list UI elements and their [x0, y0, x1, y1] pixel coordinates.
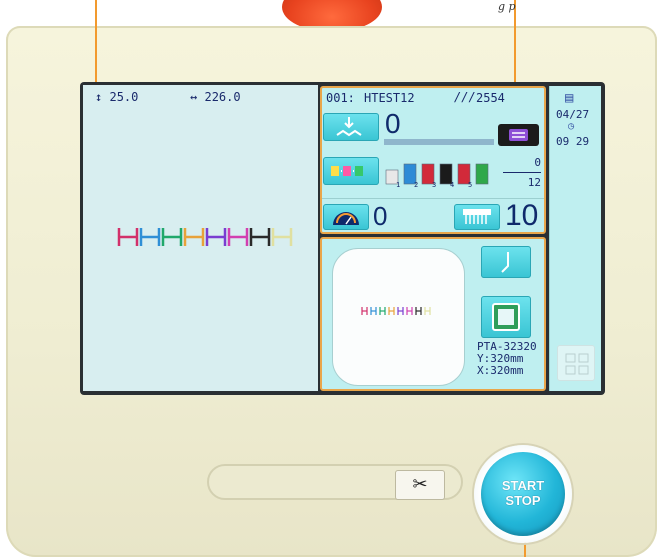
hoop-x-size: X:320mm	[477, 364, 524, 377]
repeat-button[interactable]	[498, 124, 539, 146]
color-fraction-line	[503, 172, 541, 173]
spool-needle-number: 3	[432, 181, 436, 189]
time: 09 29	[556, 135, 590, 148]
width-value: 226.0	[204, 90, 241, 104]
hoop-select-button[interactable]	[481, 296, 531, 338]
color-sequence-icon	[331, 166, 363, 176]
stitch-count: 2554	[476, 91, 505, 105]
stop-label: STOP	[505, 493, 541, 508]
spool-needle-number: 2	[414, 181, 418, 189]
sewing-progress-bar	[384, 139, 494, 145]
width-readout: ↔ 226.0	[190, 90, 241, 104]
repeat-icon	[509, 129, 528, 141]
needle-bar-count: 10	[505, 199, 539, 232]
scissors-icon: ✂	[412, 474, 428, 495]
needle-bar-button[interactable]	[454, 204, 500, 230]
color-current: 0	[534, 156, 541, 169]
stitch-count-icon: ///	[454, 90, 476, 104]
design-name: HTEST12	[364, 91, 415, 105]
width-icon: ↔	[190, 90, 198, 104]
speedometer-icon	[333, 212, 359, 225]
speed-button[interactable]	[323, 204, 369, 230]
design-number: 001:	[326, 91, 355, 105]
color-total: 12	[527, 176, 541, 189]
needle-down-icon	[336, 117, 362, 137]
menu-button[interactable]	[557, 345, 595, 381]
height-icon: ↕	[95, 90, 103, 104]
start-stop-label: START STOP	[481, 478, 565, 508]
spool-needle-number: 5	[468, 181, 472, 189]
spool-needle-number: 1	[396, 181, 400, 189]
thread-trim-button[interactable]: ✂	[395, 470, 445, 500]
start-label: START	[501, 478, 545, 493]
height-value: 25.0	[109, 90, 139, 104]
clock-icon: ◷	[568, 121, 575, 132]
thread-color-strip: 1 2 3 4 5	[385, 163, 489, 189]
thread-spool	[475, 163, 489, 185]
stitch-forward-back-button[interactable]	[323, 113, 379, 141]
speed-value: 0	[373, 201, 388, 231]
frame-trace-icon	[501, 252, 509, 273]
hoop-icon	[492, 303, 520, 331]
hoop-preview[interactable]	[332, 248, 465, 386]
hoop-design-thumbnail	[361, 307, 431, 315]
needle-bar-icon	[463, 209, 491, 224]
height-readout: ↕ 25.0	[95, 90, 138, 104]
color-change-button[interactable]	[323, 157, 379, 185]
design-preview	[117, 228, 293, 246]
grid-menu-icon	[565, 353, 589, 375]
callout-label: g p	[498, 0, 516, 13]
calendar-icon: ▤	[565, 90, 574, 106]
trace-button[interactable]	[481, 246, 531, 278]
date: 04/27	[556, 108, 590, 121]
current-stitch: 0	[385, 108, 401, 139]
spool-needle-number: 4	[450, 181, 454, 189]
